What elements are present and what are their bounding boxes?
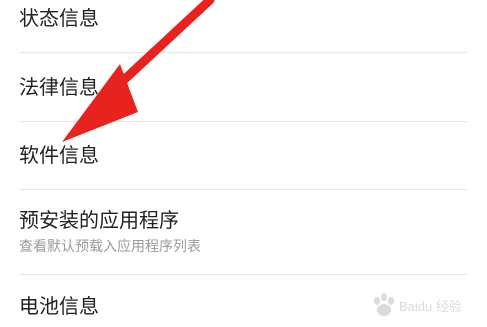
watermark-text: Baidu 经验: [399, 299, 462, 314]
status-info-item[interactable]: 状态信息: [0, 0, 487, 52]
software-info-label: 软件信息: [19, 143, 99, 167]
watermark-logo: Baidu 经验: [374, 293, 462, 316]
software-info-item[interactable]: 软件信息: [0, 122, 487, 189]
preinstalled-apps-item[interactable]: 预安装的应用程序 查看默认预载入应用程序列表: [0, 190, 487, 274]
preinstalled-apps-label: 预安装的应用程序: [19, 208, 179, 232]
preinstalled-apps-subtitle: 查看默认预载入应用程序列表: [19, 239, 201, 255]
legal-info-label: 法律信息: [19, 75, 99, 99]
status-info-label: 状态信息: [19, 6, 99, 30]
battery-info-label: 电池信息: [19, 294, 99, 318]
settings-screen: 状态信息 法律信息 软件信息 预安装的应用程序 查看默认预载入应用程序列表 电池…: [0, 0, 487, 327]
legal-info-item[interactable]: 法律信息: [0, 53, 487, 121]
